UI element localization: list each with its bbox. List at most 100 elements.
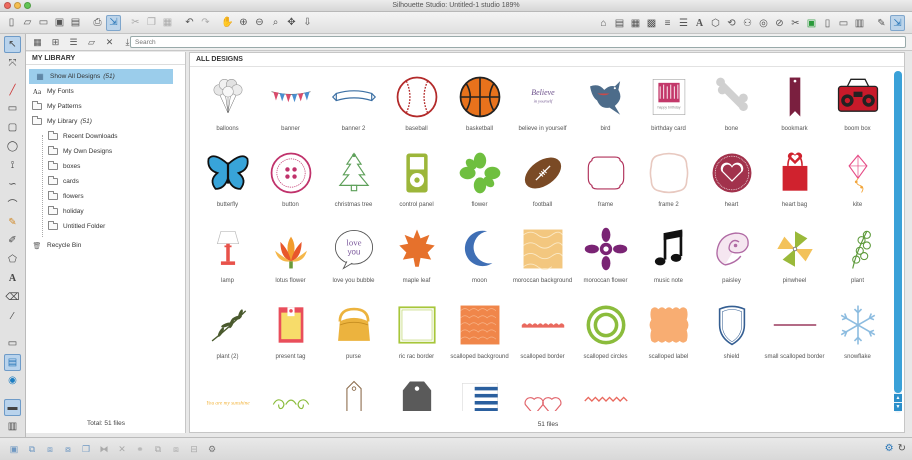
design-item-frame2[interactable]: frame 2: [637, 147, 700, 223]
library-item[interactable]: flowers: [26, 189, 185, 204]
group-icon[interactable]: ▣: [6, 442, 22, 456]
fit-page-icon[interactable]: ⇩: [300, 15, 315, 31]
design-item-balloons[interactable]: balloons: [196, 71, 259, 147]
settings-gear-bottom-icon[interactable]: ⚙: [204, 442, 220, 456]
text-tool-icon[interactable]: A: [4, 270, 21, 287]
design-item-purse[interactable]: purse: [322, 299, 385, 375]
rectangle-tool-icon[interactable]: ▭: [4, 101, 21, 118]
design-item-tag[interactable]: [322, 375, 385, 411]
page-setup-icon[interactable]: ▤: [612, 15, 627, 31]
design-item-music-note[interactable]: music note: [637, 223, 700, 299]
regular-polygon-tool-icon[interactable]: ⬠: [4, 251, 21, 268]
knife-tool-icon[interactable]: ⁄: [4, 308, 21, 325]
zoom-out-icon[interactable]: ⊖: [252, 15, 267, 31]
line-tool-icon[interactable]: ╱: [4, 82, 21, 99]
zoom-select-icon[interactable]: ⌕: [268, 15, 283, 31]
preferences-icon[interactable]: ▯: [820, 15, 835, 31]
design-item-moroccan-flower[interactable]: moroccan flower: [574, 223, 637, 299]
design-item-scallop-circles[interactable]: scalloped circles: [574, 299, 637, 375]
minimize-window-button[interactable]: [14, 2, 21, 9]
zoom-window-button[interactable]: [24, 2, 31, 9]
send-to-cutter-icon[interactable]: ⇲: [106, 14, 121, 31]
design-item-paisley[interactable]: paisley: [700, 223, 763, 299]
select-tool-icon[interactable]: ↖: [4, 36, 21, 53]
design-item-sunshine[interactable]: You are my sunshine: [196, 375, 259, 411]
design-item-frame[interactable]: frame: [574, 147, 637, 223]
design-item-present-tag[interactable]: present tag: [259, 299, 322, 375]
duplicate-icon[interactable]: ❐: [78, 442, 94, 456]
design-item-lamp[interactable]: lamp: [196, 223, 259, 299]
ungroup-icon[interactable]: ⧉: [24, 442, 40, 456]
design-item-small-scallop[interactable]: small scalloped border: [763, 299, 826, 375]
design-item-banner2[interactable]: banner 2: [322, 71, 385, 147]
design-item-dark-tag[interactable]: [385, 375, 448, 411]
library-item[interactable]: My Own Designs: [26, 144, 185, 159]
modify-icon[interactable]: ⚇: [740, 15, 755, 31]
design-item-lotus[interactable]: lotus flower: [259, 223, 322, 299]
gear-icon[interactable]: ⚙: [885, 443, 894, 454]
library-item[interactable]: My Patterns: [26, 99, 185, 114]
ellipse-tool-icon[interactable]: ◯: [4, 138, 21, 155]
design-item-moroccan-bg[interactable]: moroccan background: [511, 223, 574, 299]
weld-icon[interactable]: ⚭: [132, 442, 148, 456]
library-item[interactable]: boxes: [26, 159, 185, 174]
design-item-button[interactable]: button: [259, 147, 322, 223]
design-item-shield[interactable]: shield: [700, 299, 763, 375]
make-compound-icon[interactable]: ⧈: [42, 442, 58, 456]
close-window-button[interactable]: [4, 2, 11, 9]
design-item-plant[interactable]: plant: [826, 223, 889, 299]
design-item-butterfly[interactable]: butterfly: [196, 147, 259, 223]
design-item-boombox[interactable]: boom box: [826, 71, 889, 147]
design-item-ricrac-border[interactable]: ric rac border: [385, 299, 448, 375]
design-item-scallop-border[interactable]: scalloped border: [511, 299, 574, 375]
design-item-believe[interactable]: Believe in yourself believe in yourself: [511, 71, 574, 147]
design-item-snowflake[interactable]: snowflake: [826, 299, 889, 375]
store-view-icon[interactable]: ⇲: [890, 15, 905, 31]
design-item-tree[interactable]: christmas tree: [322, 147, 385, 223]
replicate-icon[interactable]: ⟲: [724, 15, 739, 31]
curve-tool-icon[interactable]: ∽: [4, 176, 21, 193]
split-library-icon[interactable]: ▥: [4, 418, 21, 435]
list-view-icon[interactable]: ☰: [66, 36, 81, 49]
drag-zoom-icon[interactable]: ✥: [284, 15, 299, 31]
design-item-control-panel[interactable]: control panel: [385, 147, 448, 223]
design-item-swirls[interactable]: [259, 375, 322, 411]
offset-icon[interactable]: ◎: [756, 15, 771, 31]
new-document-icon[interactable]: ▯: [4, 15, 19, 31]
design-item-pinwheel[interactable]: pinwheel: [763, 223, 826, 299]
design-item-bird[interactable]: bird: [574, 71, 637, 147]
library-item[interactable]: cards: [26, 174, 185, 189]
design-item-moon[interactable]: moon: [448, 223, 511, 299]
scrollbar-thumb[interactable]: [894, 71, 902, 393]
delete-icon[interactable]: ✕: [102, 36, 117, 49]
design-item-zigzag[interactable]: [574, 375, 637, 411]
scroll-down-arrow[interactable]: ▼: [894, 403, 902, 411]
design-item-baseball[interactable]: baseball: [385, 71, 448, 147]
design-item-bone[interactable]: bone: [700, 71, 763, 147]
design-item-heart[interactable]: heart: [700, 147, 763, 223]
refresh-icon[interactable]: ↻: [898, 443, 906, 454]
send-backward-icon[interactable]: ⧈: [168, 442, 184, 456]
cut-icon[interactable]: ✂: [128, 15, 143, 31]
design-store-icon[interactable]: ⌂: [596, 15, 611, 31]
cut-settings-icon[interactable]: ✂: [788, 15, 803, 31]
split-view-icon[interactable]: ▥: [852, 15, 867, 31]
trace-icon[interactable]: ⊘: [772, 15, 787, 31]
rounded-rectangle-tool-icon[interactable]: ▢: [4, 119, 21, 136]
copy-icon[interactable]: ❐: [144, 15, 159, 31]
point-edit-tool-icon[interactable]: ⤧: [4, 55, 21, 72]
undo-icon[interactable]: ↶: [182, 15, 197, 31]
registration-marks-icon[interactable]: ▦: [628, 15, 643, 31]
library-item[interactable]: My Library (51): [26, 114, 185, 129]
line-color-icon[interactable]: ☰: [676, 15, 691, 31]
release-compound-icon[interactable]: ⧇: [60, 442, 76, 456]
mirror-icon[interactable]: ⧓: [96, 442, 112, 456]
search-input[interactable]: [130, 36, 906, 48]
save-as-icon[interactable]: ▤: [68, 15, 83, 31]
save-icon[interactable]: ▣: [52, 15, 67, 31]
design-view-icon[interactable]: ▬: [4, 399, 21, 417]
design-item-hearts[interactable]: [511, 375, 574, 411]
design-item-scallop-bg[interactable]: scalloped background: [448, 299, 511, 375]
grid-settings-icon[interactable]: ▩: [644, 15, 659, 31]
design-item-plant2[interactable]: plant (2): [196, 299, 259, 375]
